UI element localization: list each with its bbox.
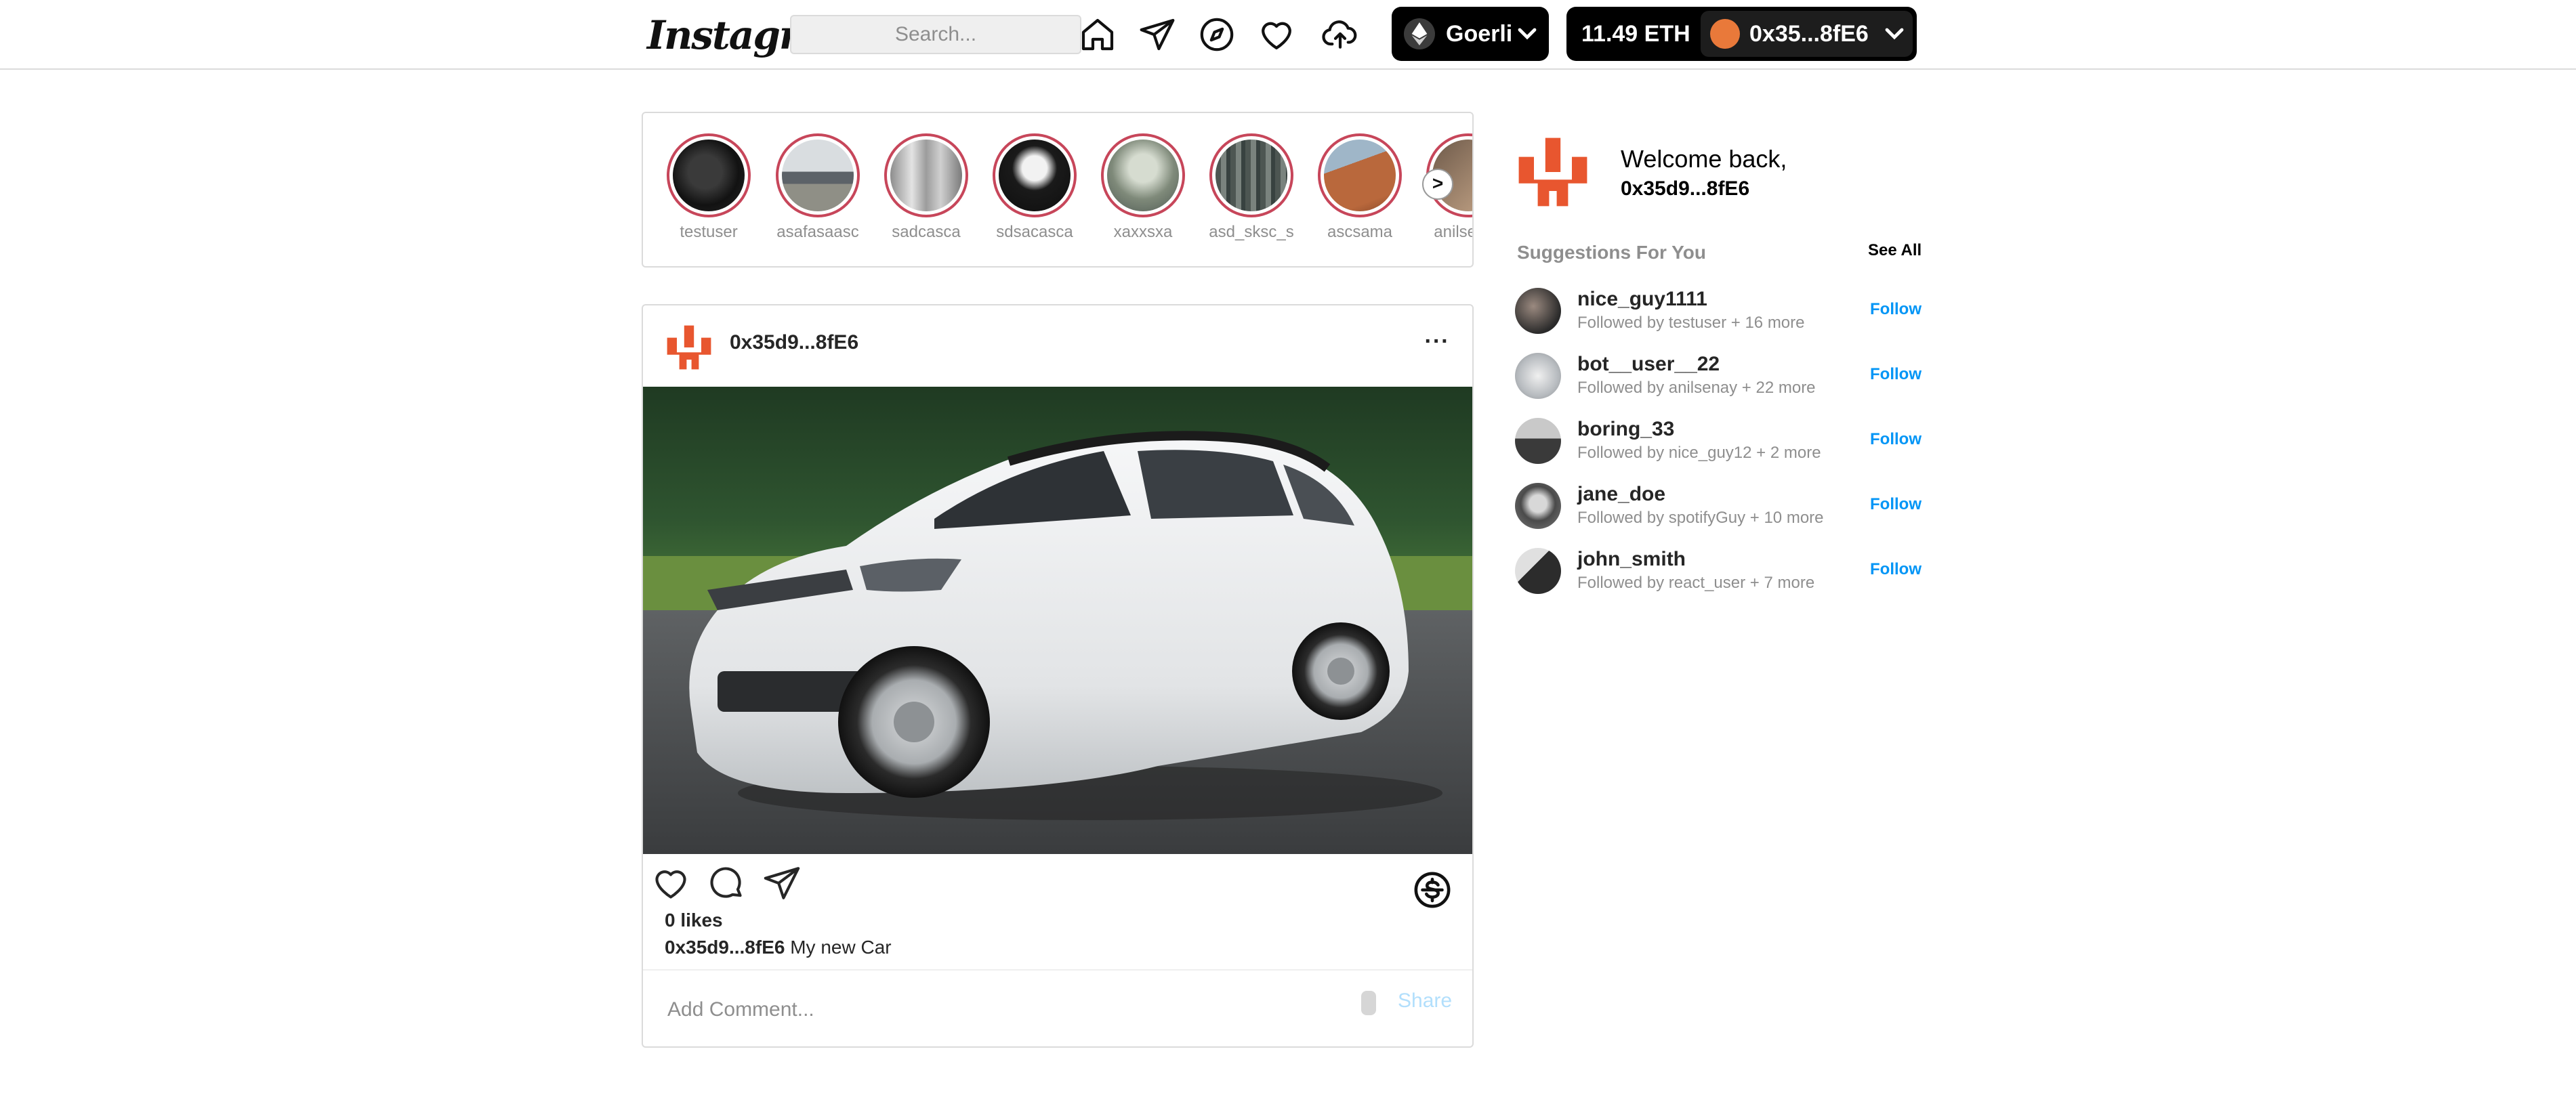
caption-username[interactable]: 0x35d9...8fE6 (665, 937, 785, 958)
suggestion-item: jane_doe Followed by spotifyGuy + 10 mor… (1515, 483, 1921, 537)
suggestion-item: john_smith Followed by react_user + 7 mo… (1515, 548, 1921, 602)
comment-bar: Share (643, 969, 1472, 1046)
story-item[interactable]: ascsama (1305, 133, 1415, 242)
story-username: ascsama (1327, 223, 1393, 241)
network-name: Goerli (1446, 21, 1513, 47)
story-avatar-ring (1209, 133, 1293, 217)
story-avatar-ring (884, 133, 968, 217)
suggestion-username[interactable]: jane_doe (1577, 483, 1665, 506)
welcome-avatar-logo-icon[interactable] (1515, 134, 1591, 210)
story-username: testuser (680, 223, 738, 241)
comment-bubble-icon[interactable] (707, 864, 746, 903)
follow-button[interactable]: Follow (1870, 560, 1921, 579)
search-input[interactable]: Search... (790, 15, 1081, 54)
likes-count: 0 likes (665, 910, 723, 931)
story-username: asafasaasc (776, 223, 859, 241)
story-avatar (890, 140, 962, 211)
welcome-username[interactable]: 0x35d9...8fE6 (1621, 177, 1749, 200)
post-header: 0x35d9...8fE6 ··· (643, 305, 1472, 387)
chevron-down-icon (1885, 28, 1904, 40)
suggestion-item: boring_33 Followed by nice_guy12 + 2 mor… (1515, 418, 1921, 472)
suggestion-item: nice_guy1111 Followed by testuser + 16 m… (1515, 288, 1921, 342)
suggestion-followed-by: Followed by testuser + 16 more (1577, 314, 1805, 332)
suggestion-followed-by: Followed by spotifyGuy + 10 more (1577, 509, 1824, 527)
follow-button[interactable]: Follow (1870, 365, 1921, 384)
suggestion-avatar[interactable] (1515, 483, 1561, 529)
story-avatar (1324, 140, 1396, 211)
story-avatar-ring (667, 133, 751, 217)
like-heart-icon[interactable] (651, 864, 690, 903)
more-options-icon[interactable]: ··· (1422, 330, 1452, 360)
story-username: sadcasca (892, 223, 961, 241)
add-comment-input[interactable] (667, 989, 1318, 1030)
story-item[interactable]: asafasaasc (763, 133, 873, 242)
suggestion-username[interactable]: nice_guy1111 (1577, 288, 1707, 311)
stories-next-button[interactable]: > (1422, 169, 1453, 200)
follow-button[interactable]: Follow (1870, 430, 1921, 449)
emoji-icon[interactable] (1361, 991, 1376, 1015)
upload-cloud-icon[interactable] (1321, 16, 1359, 54)
story-username: sdsacasca (996, 223, 1073, 241)
user-avatar-logo-icon[interactable] (665, 323, 713, 372)
share-comment-button[interactable]: Share (1398, 989, 1452, 1013)
direct-message-icon[interactable] (1138, 16, 1176, 54)
suggestion-item: bot__user__22 Followed by anilsenay + 22… (1515, 353, 1921, 407)
suggestion-followed-by: Followed by anilsenay + 22 more (1577, 379, 1816, 397)
explore-compass-icon[interactable] (1198, 16, 1236, 54)
suggestion-followed-by: Followed by nice_guy12 + 2 more (1577, 444, 1821, 462)
metamask-fox-icon (1710, 19, 1740, 49)
story-item[interactable]: xaxxsxa (1088, 133, 1198, 242)
follow-button[interactable]: Follow (1870, 300, 1921, 319)
story-avatar (673, 140, 745, 211)
story-avatar (1107, 140, 1179, 211)
suggestion-username[interactable]: bot__user__22 (1577, 353, 1720, 376)
suggestion-avatar[interactable] (1515, 548, 1561, 594)
suggestions-title: Suggestions For You (1517, 242, 1706, 263)
story-item[interactable]: sdsacasca (980, 133, 1089, 242)
story-username: asd_sksc_s (1209, 223, 1294, 241)
story-item[interactable]: sadcasca (871, 133, 981, 242)
feed-post: 0x35d9...8fE6 ··· 0 likes 0x35d9...8fE6 … (642, 304, 1474, 1048)
suggestion-avatar[interactable] (1515, 288, 1561, 334)
wallet-account-pill: 11.49 ETH 0x35...8fE6 (1566, 7, 1917, 61)
account-address: 0x35...8fE6 (1749, 21, 1869, 47)
tip-dollar-coin-icon[interactable] (1413, 870, 1452, 910)
story-avatar-ring (993, 133, 1077, 217)
ethereum-icon (1404, 18, 1435, 49)
story-avatar (1216, 140, 1287, 211)
see-all-link[interactable]: See All (1868, 241, 1921, 260)
suggestion-username[interactable]: john_smith (1577, 548, 1686, 571)
post-caption: 0x35d9...8fE6 My new Car (665, 937, 892, 958)
activity-heart-icon[interactable] (1258, 16, 1295, 54)
suggestion-avatar[interactable] (1515, 353, 1561, 399)
story-username: anilsenay (1434, 223, 1472, 241)
suggestion-username[interactable]: boring_33 (1577, 418, 1674, 441)
home-icon[interactable] (1079, 16, 1117, 54)
story-avatar-ring (1318, 133, 1402, 217)
chevron-down-icon (1518, 28, 1537, 40)
suggestion-avatar[interactable] (1515, 418, 1561, 464)
suggestion-followed-by: Followed by react_user + 7 more (1577, 574, 1815, 592)
story-avatar (999, 140, 1071, 211)
story-username: xaxxsxa (1113, 223, 1173, 241)
account-selector-button[interactable]: 0x35...8fE6 (1701, 11, 1913, 57)
welcome-text: Welcome back, (1621, 145, 1787, 173)
story-item[interactable]: testuser (654, 133, 764, 242)
network-selector-button[interactable]: Goerli (1392, 7, 1549, 61)
story-avatar (782, 140, 854, 211)
eth-balance: 11.49 ETH (1581, 21, 1690, 47)
story-item[interactable]: asd_sksc_s (1197, 133, 1306, 242)
post-username[interactable]: 0x35d9...8fE6 (730, 331, 858, 354)
stories-bar: testuser asafasaasc sadcasca sdsacasca x… (642, 112, 1474, 268)
caption-text: My new Car (790, 937, 892, 958)
follow-button[interactable]: Follow (1870, 495, 1921, 514)
post-image[interactable] (643, 387, 1472, 854)
story-avatar-ring (776, 133, 860, 217)
story-avatar-ring (1101, 133, 1185, 217)
share-send-icon[interactable] (762, 864, 802, 903)
top-navigation-bar: Instagram Search... Goerli 11.49 ETH 0x3… (0, 0, 2576, 70)
post-actions (643, 864, 1472, 918)
